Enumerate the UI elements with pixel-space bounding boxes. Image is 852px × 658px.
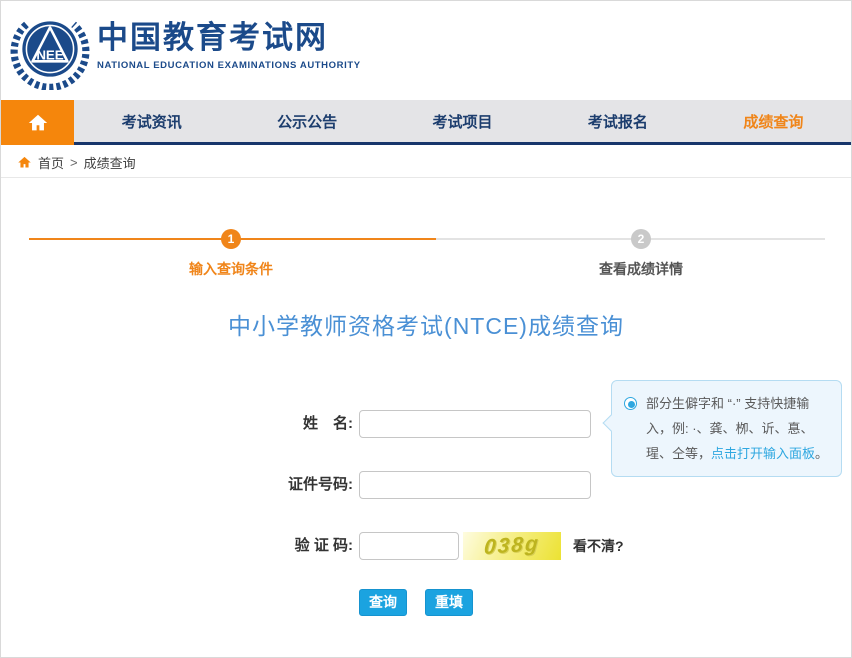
main-nav: 考试资讯 公示公告 考试项目 考试报名 成绩查询 xyxy=(1,100,851,145)
site-title: 中国教育考试网 xyxy=(97,21,361,55)
breadcrumb-home-link[interactable]: 首页 xyxy=(38,153,64,172)
nav-item-exam-projects[interactable]: 考试项目 xyxy=(385,100,540,142)
nav-item-exam-registration[interactable]: 考试报名 xyxy=(540,100,695,142)
page: NEE 中国教育考试网 NATIONAL EDUCATION EXAMINATI… xyxy=(0,0,852,658)
nav-item-public-notice[interactable]: 公示公告 xyxy=(229,100,384,142)
home-icon xyxy=(27,112,49,134)
home-button[interactable] xyxy=(1,100,74,145)
nav-item-score-query[interactable]: 成绩查询 xyxy=(696,100,851,142)
rare-character-tooltip: 部分生僻字和 “·” 支持快捷输入，例: ·、龚、栁、䜣、惪、瑆、仝等，点击打开… xyxy=(611,380,842,477)
breadcrumb: 首页 > 成绩查询 xyxy=(1,148,851,178)
breadcrumb-current: 成绩查询 xyxy=(84,153,136,172)
query-button[interactable]: 查询 xyxy=(359,589,407,616)
nav-items: 考试资讯 公示公告 考试项目 考试报名 成绩查询 xyxy=(74,100,851,142)
breadcrumb-home-icon xyxy=(17,155,32,170)
page-title: 中小学教师资格考试(NTCE)成绩查询 xyxy=(1,307,851,341)
tooltip-arrow xyxy=(603,415,620,432)
step2-label: 查看成绩详情 xyxy=(541,259,741,279)
step2-circle: 2 xyxy=(631,229,651,249)
tooltip-text-end: 。 xyxy=(815,446,828,461)
captcha-input[interactable] xyxy=(359,532,459,560)
step1-label: 输入查询条件 xyxy=(131,259,331,279)
radio-bullet-icon xyxy=(624,397,637,410)
captcha-refresh-link[interactable]: 看不清? xyxy=(573,532,624,560)
captcha-image[interactable]: 038g xyxy=(463,532,561,560)
site-header: NEE 中国教育考试网 NATIONAL EDUCATION EXAMINATI… xyxy=(1,1,851,100)
open-input-panel-link[interactable]: 点击打开输入面板 xyxy=(711,446,815,461)
site-subtitle: NATIONAL EDUCATION EXAMINATIONS AUTHORIT… xyxy=(97,60,361,71)
captcha-label: 验 证 码: xyxy=(241,532,353,560)
name-label: 姓 名: xyxy=(241,410,353,438)
main-content: 1 2 输入查询条件 查看成绩详情 中小学教师资格考试(NTCE)成绩查询 姓 … xyxy=(1,179,851,658)
brand-block: 中国教育考试网 NATIONAL EDUCATION EXAMINATIONS … xyxy=(97,21,361,71)
step1-circle: 1 xyxy=(221,229,241,249)
id-number-label: 证件号码: xyxy=(241,471,353,499)
name-input[interactable] xyxy=(359,410,591,438)
breadcrumb-separator: > xyxy=(70,155,78,170)
nav-item-exam-news[interactable]: 考试资讯 xyxy=(74,100,229,142)
reset-button[interactable]: 重填 xyxy=(425,589,473,616)
id-number-input[interactable] xyxy=(359,471,591,499)
neea-logo-icon: NEE xyxy=(9,8,91,90)
svg-text:NEE: NEE xyxy=(36,47,63,62)
captcha-image-text: 038g xyxy=(483,532,540,560)
